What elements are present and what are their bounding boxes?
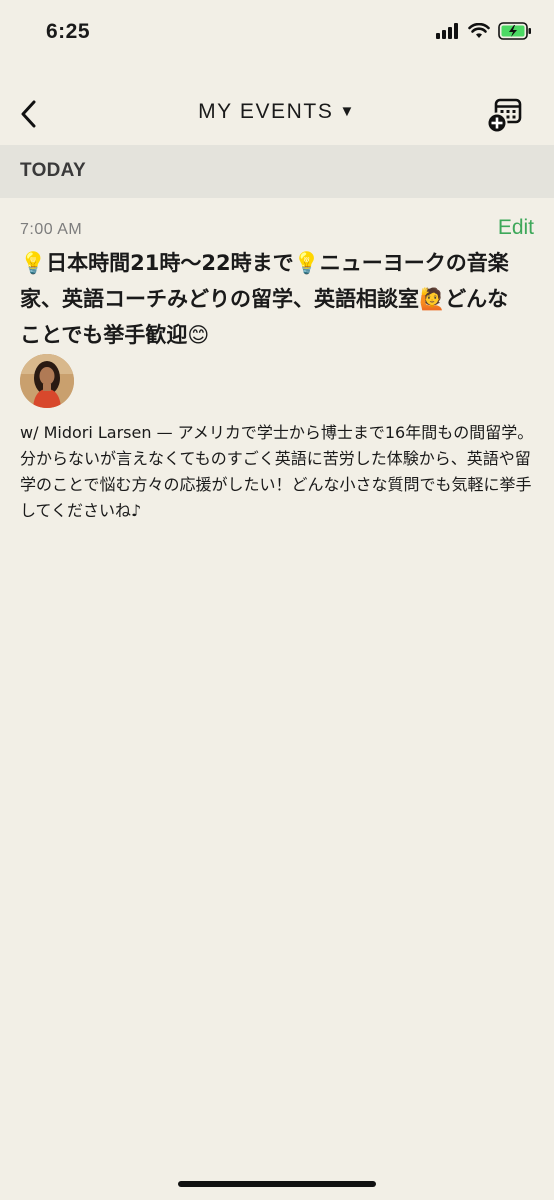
nav-title: MY EVENTS	[198, 100, 334, 123]
wifi-icon	[468, 23, 490, 38]
cellular-signal-icon	[436, 23, 458, 39]
status-icons	[436, 22, 532, 40]
nav-bar: MY EVENTS ▼	[0, 86, 554, 144]
status-bar: 6:25	[0, 0, 554, 66]
edit-button[interactable]: Edit	[498, 216, 534, 240]
section-label: TODAY	[20, 160, 86, 181]
event-title[interactable]: 💡日本時間21時〜22時まで💡ニューヨークの音楽家、英語コーチみどりの留学、英語…	[20, 245, 510, 353]
caret-down-icon: ▼	[339, 103, 356, 120]
event-time: 7:00 AM	[20, 221, 83, 238]
home-indicator[interactable]	[178, 1181, 376, 1187]
calendar-add-button[interactable]	[486, 96, 524, 134]
section-header-today: TODAY	[0, 145, 554, 198]
host-avatar[interactable]	[20, 354, 74, 408]
calendar-add-icon	[486, 98, 522, 134]
status-time: 6:25	[46, 20, 91, 43]
host-photo	[20, 354, 74, 408]
battery-charging-icon	[498, 22, 531, 40]
event-description: w/ Midori Larsen — アメリカで学士から博士まで16年間もの間留…	[20, 423, 534, 520]
events-filter-dropdown[interactable]: MY EVENTS ▼	[0, 100, 554, 124]
